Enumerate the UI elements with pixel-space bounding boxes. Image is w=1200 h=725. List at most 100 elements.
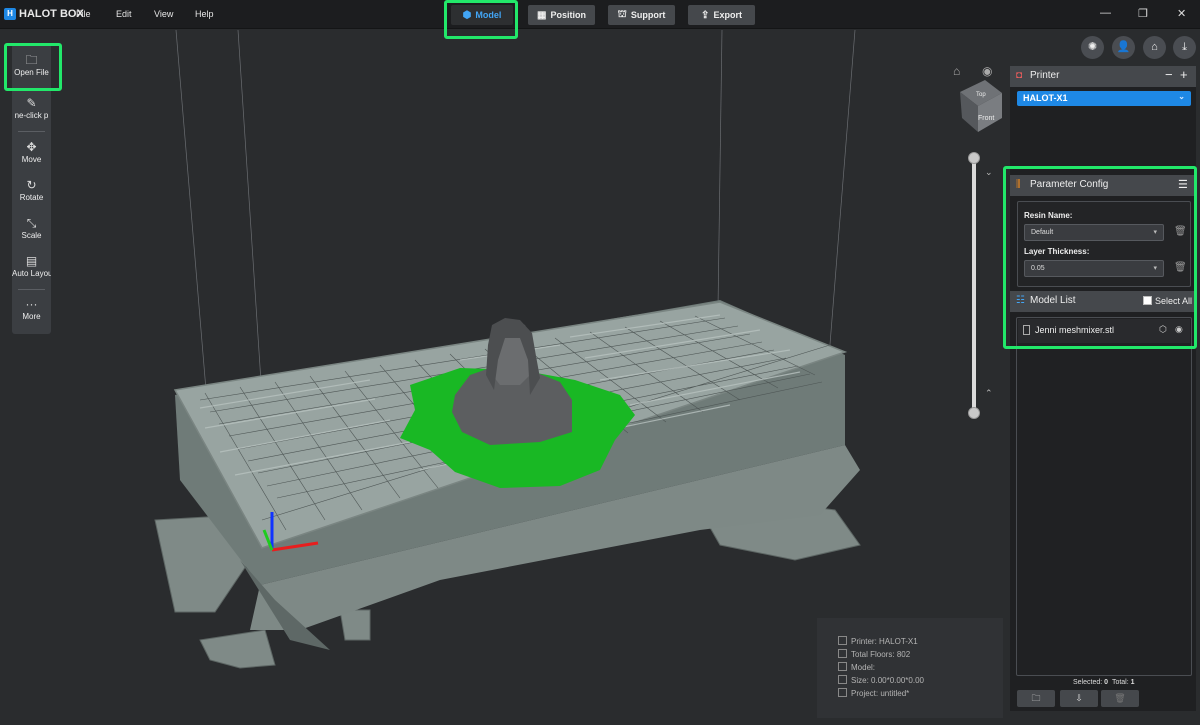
folder-icon: 🗀 [1031, 693, 1041, 703]
move-button[interactable]: ✥ Move [12, 140, 51, 164]
chevron-down-icon: ▾ [1153, 265, 1157, 272]
settings-icon[interactable]: ✺ [1081, 36, 1104, 59]
cube-icon[interactable]: ⬡ [1159, 324, 1167, 335]
add-printer-button[interactable]: + [1180, 67, 1188, 82]
ruler-icon [838, 675, 847, 684]
resin-name-label: Resin Name: [1024, 211, 1073, 220]
open-folder-button[interactable]: 🗀 [1017, 690, 1055, 707]
toolbar-divider [18, 289, 45, 290]
info-model: Model: [838, 662, 875, 672]
layer-slider-top-handle[interactable] [968, 152, 980, 164]
config-icon: ⫼ [1016, 179, 1021, 190]
layer-slider-bottom-handle[interactable] [968, 407, 980, 419]
folder-icon: 🗀 [25, 53, 38, 67]
close-button[interactable]: ✕ [1177, 7, 1186, 20]
home-view-icon[interactable]: ⌂ [953, 64, 960, 78]
plate-foot-front [339, 609, 371, 641]
tab-support[interactable]: ⛫ Support [608, 5, 675, 25]
chevron-down-icon[interactable]: ⌄ [985, 167, 993, 178]
grid-icon: ▦ [537, 9, 547, 21]
tab-model[interactable]: ⬢ Model [451, 5, 513, 25]
restore-button[interactable]: ❐ [1138, 7, 1148, 20]
select-all-checkbox[interactable]: Select All [1143, 296, 1192, 306]
left-toolbar: 🗀 Open File ✎ ne-click p ✥ Move ↻ Rotate ⤡ Sc… [12, 44, 51, 334]
model-info-panel: Printer: HALOT-X1 Total Floors: 802 Mode… [817, 618, 1003, 718]
cloud-home-icon[interactable]: ⌂ [1143, 36, 1166, 59]
more-icon: ··· [25, 297, 38, 311]
visibility-eye-icon[interactable]: ◉ [982, 64, 992, 78]
info-size: Size: 0.00*0.00*0.00 [838, 675, 924, 685]
export-icon: ⇪ [701, 9, 710, 21]
one-click-print-button[interactable]: ✎ ne-click p [12, 96, 51, 120]
toolbar-divider [18, 131, 45, 132]
layers-icon [838, 649, 847, 658]
delete-button[interactable]: 🗑 [1101, 690, 1139, 707]
param-config-header: ⫼ Parameter Config ☰ [1010, 175, 1196, 196]
magic-wand-icon: ✎ [26, 96, 37, 110]
chevron-up-icon[interactable]: ⌃ [985, 388, 993, 399]
app-name: HALOT BOX [19, 8, 84, 20]
support-icon: ⛫ [617, 8, 627, 20]
layer-thickness-label: Layer Thickness: [1024, 247, 1090, 256]
rotate-icon: ↻ [26, 178, 37, 192]
model-list: Jenni meshmixer.stl ⬡ ◉ [1016, 317, 1192, 676]
right-panel: ◘ Printer − + HALOT-X1 ⌄ ⫼ Parameter Conf… [1010, 66, 1196, 711]
tab-position[interactable]: ▦ Position [528, 5, 595, 25]
plate-foot-front-left [199, 629, 276, 669]
import-icon: ⇩ [1075, 693, 1083, 703]
menu-file[interactable]: File [76, 9, 91, 19]
account-icon[interactable]: 👤 [1112, 36, 1135, 59]
model-list-header: ☷ Model List Select All [1010, 291, 1196, 312]
info-floors: Total Floors: 802 [838, 649, 910, 659]
tab-export[interactable]: ⇪ Export [688, 5, 755, 25]
scale-icon: ⤡ [26, 216, 37, 230]
volume-edge [175, 30, 207, 391]
view-cube-top-label: Top [976, 92, 986, 98]
view-cube [960, 80, 1002, 132]
rotate-button[interactable]: ↻ Rotate [12, 178, 51, 202]
minimize-button[interactable]: — [1100, 7, 1111, 19]
trash-icon[interactable]: 🗑 [1174, 226, 1187, 237]
view-cube-front-label: Front [978, 115, 994, 122]
sliders-icon[interactable]: ☰ [1178, 178, 1188, 191]
cube-icon: ⬢ [462, 9, 472, 21]
auto-layout-icon: ▤ [25, 254, 38, 268]
trash-icon[interactable]: 🗑 [1174, 262, 1187, 273]
menu-edit[interactable]: Edit [116, 9, 132, 19]
trash-icon: 🗑 [1114, 693, 1126, 703]
layer-slider[interactable] [972, 158, 976, 413]
printer-icon: ◘ [1016, 70, 1023, 81]
list-item[interactable]: Jenni meshmixer.stl ⬡ ◉ [1018, 319, 1190, 343]
volume-edge [717, 30, 723, 309]
move-icon: ✥ [26, 140, 37, 154]
title-bar: H HALOT BOX File Edit View Help ⬢ Model ▦… [0, 0, 1200, 29]
printer-icon [838, 636, 847, 645]
param-config-body: Resin Name: Default ▾ 🗑 Layer Thickness: … [1017, 201, 1191, 287]
chevron-down-icon: ▾ [1153, 229, 1157, 236]
selection-counts: Selected: 0 Total: 1 [1073, 679, 1135, 686]
open-file-button[interactable]: 🗀 Open File [12, 53, 51, 77]
menu-view[interactable]: View [154, 9, 173, 19]
info-printer: Printer: HALOT-X1 [838, 636, 918, 646]
file-icon [1023, 325, 1030, 335]
app-logo-icon: H [4, 8, 16, 20]
printer-select[interactable]: HALOT-X1 ⌄ [1017, 91, 1191, 106]
layer-thickness-select[interactable]: 0.05 ▾ [1024, 260, 1164, 277]
menu-help[interactable]: Help [195, 9, 214, 19]
import-button[interactable]: ⇩ [1060, 690, 1098, 707]
cube-icon [838, 662, 847, 671]
eye-icon[interactable]: ◉ [1175, 324, 1183, 335]
scale-button[interactable]: ⤡ Scale [12, 216, 51, 240]
remove-printer-button[interactable]: − [1165, 67, 1173, 82]
download-icon[interactable]: ⤓ [1173, 36, 1196, 59]
project-icon [838, 688, 847, 697]
info-project: Project: untitled* [838, 688, 909, 698]
top-right-actions: ✺ 👤 ⌂ ⤓ [1008, 30, 1200, 64]
list-icon: ☷ [1016, 295, 1025, 306]
chevron-down-icon: ⌄ [1178, 92, 1185, 101]
auto-layout-button[interactable]: ▤ Auto Layout [12, 254, 51, 278]
resin-name-select[interactable]: Default ▾ [1024, 224, 1164, 241]
more-button[interactable]: ··· More [12, 297, 51, 321]
checkbox-icon [1143, 296, 1152, 305]
printer-panel-header: ◘ Printer − + [1010, 66, 1196, 87]
